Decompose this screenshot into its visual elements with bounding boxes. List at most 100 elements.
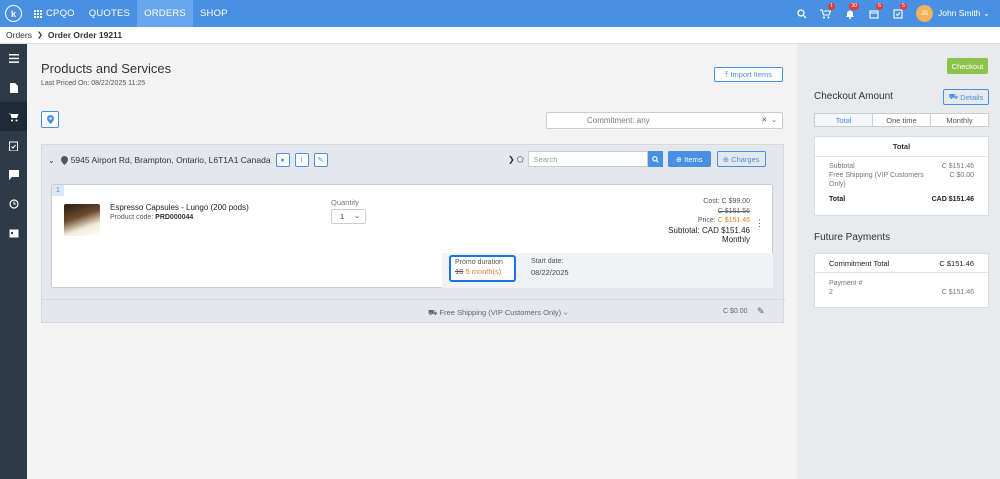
import-label: Import Items (730, 70, 773, 79)
chevron-down-icon: ⌄ (354, 213, 360, 220)
search-input[interactable]: Search (527, 151, 648, 167)
start-date-label: Start date: (531, 258, 564, 265)
charges-button[interactable]: ⊕ Charges (716, 151, 766, 167)
shipping-label: Free Shipping (VIP Customers Only) (439, 308, 562, 317)
map-pin-icon (46, 115, 54, 124)
line-item-card: 1 Espresso Capsules - Lungo (200 pods) P… (51, 184, 773, 288)
clipboard-icon[interactable] (0, 131, 27, 160)
shipping-amount: C $0.00 (723, 308, 748, 315)
subtotal-label: Subtotal (829, 163, 855, 170)
chevron-down-icon: ⌄ (982, 8, 990, 18)
add-circle-icon: ⊕ (722, 154, 732, 164)
calendar-nav-icon[interactable] (0, 218, 27, 247)
clock-icon[interactable] (0, 189, 27, 218)
last-priced: Last Priced On: 08/22/2025 11:25 (41, 80, 146, 87)
truck-icon: ⛟ (428, 308, 438, 317)
location-button[interactable] (41, 111, 59, 128)
menu-icon[interactable] (0, 44, 27, 73)
tab-total[interactable]: Total (815, 114, 873, 126)
breadcrumb-current: Order Order 19211 (47, 30, 123, 40)
page-title: Products and Services (41, 61, 172, 76)
user-menu[interactable]: John Smith ⌄ (938, 8, 990, 19)
cart-nav-icon[interactable] (0, 102, 27, 131)
search-button[interactable] (647, 151, 663, 167)
shipping-line-label: Free Shipping (VIP Customers Only) (829, 172, 924, 188)
search-icon[interactable] (790, 0, 814, 27)
sidebar (0, 44, 27, 479)
app-logo[interactable]: k (0, 0, 27, 27)
price-label: Price: (697, 217, 716, 224)
promo-old: 10 (455, 267, 464, 276)
nav-orders[interactable]: ORDERS (137, 0, 193, 27)
chevron-right-icon: ❯ (36, 32, 43, 39)
logo-icon: k (5, 5, 22, 22)
cart-icon[interactable]: 1 (814, 0, 838, 27)
notifications-badge: 30 (849, 3, 859, 10)
import-items-button[interactable]: ⤒ Import Items (714, 67, 783, 82)
items-label: Items (684, 154, 703, 164)
quantity-value: 1 (340, 212, 345, 221)
product-code-label: Product code: (110, 214, 154, 221)
clear-icon[interactable]: ✕ (761, 117, 767, 124)
items-button[interactable]: ⊕ Items (667, 151, 711, 167)
checkout-button[interactable]: Checkout (947, 58, 988, 74)
top-nav-bar: k CPQO QUOTES ORDERS SHOP 1 30 6 5 JS Jo… (0, 0, 1000, 27)
checkout-tabs: Total One time Monthly (814, 113, 989, 127)
expand-icon[interactable]: ❯ (508, 155, 515, 164)
info-button[interactable]: i (294, 153, 309, 167)
commitment-label: Commitment: any (587, 116, 650, 125)
subtotal: Subtotal: CAD $151.46 (668, 225, 750, 235)
nav-quotes[interactable]: QUOTES (82, 0, 137, 27)
edit-location-button[interactable]: ✎ (313, 153, 328, 167)
location-pin-button[interactable]: ● (275, 153, 290, 167)
shipping-dropdown[interactable]: ⛟ Free Shipping (VIP Customers Only) ⌄ (428, 308, 568, 318)
collapse-chevron-icon[interactable]: ⌄ (48, 156, 55, 165)
truck-icon: ⛟ (948, 92, 961, 101)
product-code-row: Product code: PRD000044 (110, 214, 193, 221)
payment-value: C $151.46 (941, 289, 974, 296)
total-card-title: Total (815, 137, 988, 157)
apps-grid-icon (34, 9, 42, 18)
map-pin-icon (60, 155, 68, 165)
bell-icon[interactable]: 30 (838, 0, 862, 27)
username-label: John Smith (937, 8, 981, 18)
product-code: PRD000044 (155, 214, 194, 221)
promo-new: 5 month(s) (465, 267, 502, 276)
nav-shop[interactable]: SHOP (193, 0, 235, 27)
tab-one-time[interactable]: One time (873, 114, 931, 126)
promo-label: Promo duration (455, 259, 503, 266)
nav-cpqo[interactable]: CPQO (27, 0, 82, 27)
charges-label: Charges (731, 154, 760, 164)
shipping-line-value: C $0.00 (949, 172, 974, 179)
cart-badge: 1 (827, 3, 835, 10)
chevron-down-icon[interactable]: ⌄ (771, 117, 777, 124)
chat-icon[interactable] (0, 160, 27, 189)
edit-shipping-icon[interactable]: ✎ (757, 306, 765, 317)
avatar[interactable]: JS (915, 5, 933, 22)
original-price: C $161.56 (717, 207, 750, 215)
start-date-value: 08/22/2025 (531, 268, 569, 277)
item-number: 1 (52, 185, 64, 196)
location-address: 5945 Airport Rd, Brampton, Ontario, L6T1… (70, 155, 271, 165)
more-options-icon[interactable]: ⋮ (755, 218, 764, 229)
checkout-panel: Checkout Checkout Amount ⛟ Details Total… (797, 44, 1000, 479)
product-name[interactable]: Espresso Capsules - Lungo (200 pods) (110, 203, 249, 212)
main-content: Products and Services Last Priced On: 08… (27, 44, 797, 479)
billing-period: Monthly (721, 235, 750, 244)
promo-duration[interactable]: Promo duration 10 5 month(s) (449, 255, 516, 282)
quantity-select[interactable]: 1 ⌄ (331, 209, 366, 224)
document-icon[interactable] (0, 73, 27, 102)
total-label: Total (829, 196, 846, 203)
future-payments-card: Commitment Total C $151.46 Payment # 2 C $… (814, 253, 989, 308)
price: C $151.46 (717, 217, 750, 224)
commitment-select[interactable]: Commitment: any ✕ ⌄ (546, 112, 783, 129)
commitment-total-value: C $151.46 (939, 258, 974, 268)
breadcrumb: Orders ❯ Order Order 19211 (0, 27, 1000, 44)
details-button[interactable]: ⛟ Details (943, 89, 989, 105)
total-card: Total Subtotal C $151.46 Free Shipping (V… (814, 136, 989, 216)
tab-monthly[interactable]: Monthly (931, 114, 988, 126)
tasks-icon[interactable]: 5 (886, 0, 910, 27)
breadcrumb-orders[interactable]: Orders (6, 30, 32, 40)
add-circle-icon: ⊕ (675, 154, 685, 164)
calendar-icon[interactable]: 6 (862, 0, 886, 27)
